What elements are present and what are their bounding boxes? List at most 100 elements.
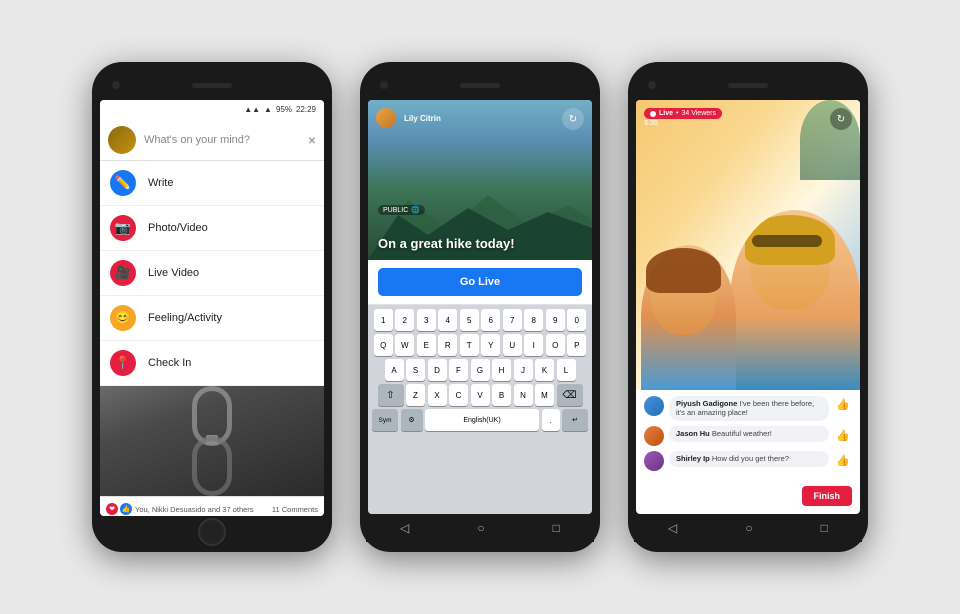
key-w[interactable]: W [395,334,414,356]
key-4[interactable]: 4 [438,309,457,331]
back-nav-button-3[interactable]: ◁ [668,521,677,535]
keyboard-number-row[interactable]: 1 2 3 4 5 6 7 8 9 0 [370,309,590,331]
key-i[interactable]: I [524,334,543,356]
key-s[interactable]: S [406,359,425,381]
key-3[interactable]: 3 [417,309,436,331]
key-c[interactable]: C [449,384,468,406]
photo-video-menu-item[interactable]: 📷 Photo/Video [100,206,324,251]
checkin-icon: 📍 [110,350,136,376]
key-q[interactable]: Q [374,334,393,356]
key-d[interactable]: D [428,359,447,381]
back-nav-button[interactable]: ◁ [400,521,409,535]
key-r[interactable]: R [438,334,457,356]
comment-row-1: Piyush Gadigone I've been there before, … [644,396,852,422]
likes-row: ❤ 👍 You, Nikki Desuasido and 37 others 1… [106,501,318,516]
timer-value: 3:30 [644,120,658,127]
keyboard-bottom-row[interactable]: Sym ⚙ English(UK) . ↵ [370,409,590,431]
piyush-avatar [644,396,664,416]
key-7[interactable]: 7 [503,309,522,331]
avatar-image [108,126,136,154]
recents-nav-button[interactable]: □ [553,521,560,535]
navigation-bar-2: ◁ ○ □ [366,514,594,542]
key-z[interactable]: Z [406,384,425,406]
comments-count: 11 Comments [272,505,318,514]
carabiner-image [100,386,324,496]
write-menu-item[interactable]: ✏️ Write [100,161,324,206]
delete-key[interactable]: ⌫ [557,384,583,406]
enter-key[interactable]: ↵ [562,409,588,431]
like-button-2[interactable]: 👍 [834,426,852,444]
key-x[interactable]: X [428,384,447,406]
key-8[interactable]: 8 [524,309,543,331]
key-n[interactable]: N [514,384,533,406]
photo-video-label: Photo/Video [148,222,208,234]
key-o[interactable]: O [546,334,565,356]
post-placeholder-text[interactable]: What's on your mind? [144,134,300,146]
key-j[interactable]: J [514,359,533,381]
key-k[interactable]: K [535,359,554,381]
key-6[interactable]: 6 [481,309,500,331]
phone1-bottom [198,522,226,542]
key-0[interactable]: 0 [567,309,586,331]
wifi-icon: ▲ [264,105,272,114]
phone-1: ▲▲ ▲ 95% 22:29 What's on your mind? × ✏️… [92,62,332,552]
rotate-camera-button-2[interactable]: ↻ [830,108,852,130]
space-key[interactable]: English(UK) [425,409,539,431]
public-label: PUBLIC [383,207,408,214]
feeling-icon: 😊 [110,305,136,331]
go-live-button[interactable]: Go Live [378,268,582,296]
phone-3: Live • 34 Viewers 3:30 ↻ Piyush Gadigone… [628,62,868,552]
phone2-top-bar [366,74,594,96]
key-l[interactable]: L [557,359,576,381]
key-t[interactable]: T [460,334,479,356]
key-2[interactable]: 2 [395,309,414,331]
tree-bg [800,100,860,180]
phone3-screen: Live • 34 Viewers 3:30 ↻ Piyush Gadigone… [636,100,860,514]
key-y[interactable]: Y [481,334,500,356]
home-nav-button-3[interactable]: ○ [745,521,752,535]
phone3-top-bar [634,74,862,96]
live-video-menu-item[interactable]: 🎥 Live Video [100,251,324,296]
key-e[interactable]: E [417,334,436,356]
key-m[interactable]: M [535,384,554,406]
shirley-avatar [644,451,664,471]
phone1-top-bar [98,74,326,96]
like-button-3[interactable]: 👍 [834,451,852,469]
key-h[interactable]: H [492,359,511,381]
key-9[interactable]: 9 [546,309,565,331]
viewers-text: 34 Viewers [681,110,716,117]
virtual-keyboard[interactable]: 1 2 3 4 5 6 7 8 9 0 Q W E R T Y [368,305,592,514]
gear-key[interactable]: ⚙ [401,409,423,431]
post-footer: ❤ 👍 You, Nikki Desuasido and 37 others 1… [100,496,324,516]
key-f[interactable]: F [449,359,468,381]
key-b[interactable]: B [492,384,511,406]
key-g[interactable]: G [471,359,490,381]
recents-nav-button-3[interactable]: □ [821,521,828,535]
sym-key[interactable]: Sym [372,409,398,431]
home-nav-button[interactable]: ○ [477,521,484,535]
key-a[interactable]: A [385,359,404,381]
comment-bubble-1: Piyush Gadigone I've been there before, … [669,396,829,422]
finish-button[interactable]: Finish [802,486,853,506]
close-icon[interactable]: × [308,132,316,148]
checkin-menu-item[interactable]: 📍 Check In [100,341,324,386]
comment-row-2: Jason Hu Beautiful weather! 👍 [644,426,852,446]
key-5[interactable]: 5 [460,309,479,331]
key-u[interactable]: U [503,334,522,356]
key-v[interactable]: V [471,384,490,406]
feeling-menu-item[interactable]: 😊 Feeling/Activity [100,296,324,341]
rotate-camera-button[interactable]: ↻ [562,108,584,130]
keyboard-zxcv-row[interactable]: ⇧ Z X C V B N M ⌫ [370,384,590,406]
like-button-1[interactable]: 👍 [834,396,852,414]
keyboard-qwerty-row[interactable]: Q W E R T Y U I O P [370,334,590,356]
user-info-overlay: Lily Citrin [376,108,441,128]
public-badge: PUBLIC 🌐 [378,205,425,215]
home-button[interactable] [198,518,226,546]
period-key[interactable]: . [542,409,560,431]
comments-section: Piyush Gadigone I've been there before, … [636,390,860,483]
keyboard-asdf-row[interactable]: A S D F G H J K L [370,359,590,381]
shift-key[interactable]: ⇧ [378,384,404,406]
key-1[interactable]: 1 [374,309,393,331]
post-header[interactable]: What's on your mind? × [100,118,324,161]
key-p[interactable]: P [567,334,586,356]
